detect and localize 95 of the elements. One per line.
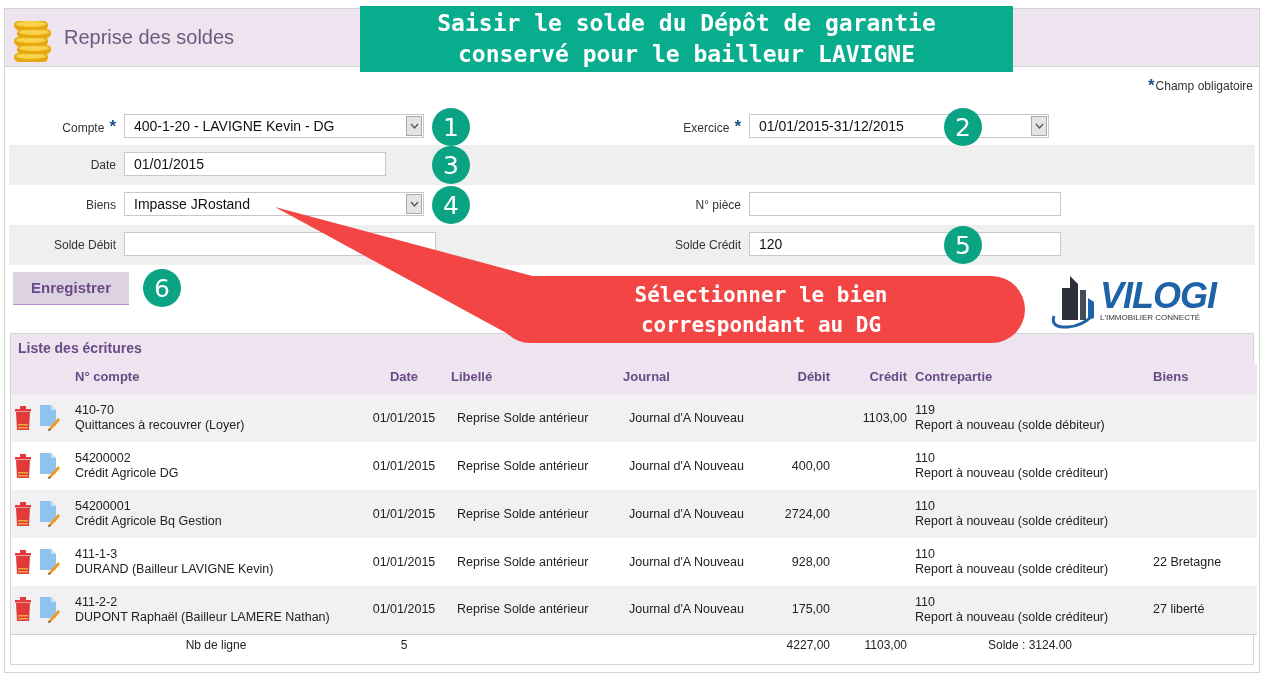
logo-name: VILOGI bbox=[1100, 279, 1216, 313]
table-cell: Reprise Solde antérieur bbox=[447, 394, 619, 442]
table-title: Liste des écritures bbox=[18, 340, 143, 356]
table-cell: 01/01/2015 bbox=[361, 586, 447, 634]
table-cell: Reprise Solde antérieur bbox=[447, 490, 619, 538]
table-cell: 01/01/2015 bbox=[361, 442, 447, 490]
balance-total: Solde : 3124.00 bbox=[987, 638, 1073, 653]
counterpart-number: 110 bbox=[915, 594, 936, 610]
counterpart-name: Report à nouveau (solde débiteur) bbox=[915, 418, 1106, 433]
table-cell: 928,00 bbox=[791, 554, 830, 569]
table-cell: 1103,00 bbox=[862, 410, 907, 425]
counterpart-number: 110 bbox=[915, 451, 936, 466]
field-label: Solde Débit bbox=[53, 238, 116, 252]
account-name: Crédit Agricole Bq Gestion bbox=[75, 514, 223, 529]
field-label: Compte bbox=[62, 120, 105, 135]
account-name: Quittances à recouvrer (Loyer) bbox=[75, 418, 246, 433]
edit-document-icon[interactable] bbox=[39, 404, 61, 432]
required-note: Champ obligatoire bbox=[1155, 79, 1253, 93]
table-cell: 01/01/2015 bbox=[361, 394, 447, 442]
account-name: Crédit Agricole DG bbox=[75, 466, 180, 481]
account-number: 54200002 bbox=[75, 451, 132, 466]
counterpart-number: 110 bbox=[915, 499, 936, 514]
credit-total: 1103,00 bbox=[864, 638, 907, 653]
delete-trash-icon[interactable] bbox=[13, 405, 33, 431]
table-cell: 175,00 bbox=[791, 602, 830, 617]
column-header: Débit bbox=[759, 364, 834, 394]
step-number: 2 bbox=[944, 108, 982, 146]
counterpart-name: Report à nouveau (solde créditeur) bbox=[915, 514, 1110, 529]
logo-tagline: L'IMMOBILIER CONNECTÉ bbox=[1100, 313, 1202, 322]
dropdown-field[interactable]: Impasse JRostand bbox=[124, 192, 424, 216]
delete-trash-icon[interactable] bbox=[13, 597, 33, 623]
field-label: Biens bbox=[85, 198, 116, 212]
table-cell: Journal d'A Nouveau bbox=[619, 586, 759, 634]
edit-document-icon[interactable] bbox=[39, 452, 61, 480]
account-number: 411-1-3 bbox=[75, 547, 119, 562]
table-cell: 2724,00 bbox=[784, 506, 830, 521]
table-cell: 27 liberté bbox=[1153, 602, 1205, 617]
caret-icon bbox=[409, 123, 419, 129]
column-header: N° compte bbox=[71, 364, 361, 394]
table-cell: Journal d'A Nouveau bbox=[619, 442, 759, 490]
account-name: DURAND (Bailleur LAVIGNE Kevin) bbox=[75, 562, 275, 577]
edit-document-icon[interactable] bbox=[39, 500, 61, 528]
step-number: 3 bbox=[432, 146, 470, 184]
required-asterisk: * bbox=[734, 116, 741, 136]
page-title: Reprise des soldes bbox=[64, 26, 235, 49]
counterpart-number: 119 bbox=[915, 403, 936, 418]
table-cell: 01/01/2015 bbox=[361, 538, 447, 586]
column-header: Biens bbox=[1149, 364, 1257, 394]
dropdown-field[interactable]: 400-1-20 - LAVIGNE Kevin - DG bbox=[124, 114, 424, 138]
counterpart-name: Report à nouveau (solde créditeur) bbox=[915, 562, 1110, 577]
edit-document-icon[interactable] bbox=[39, 595, 61, 624]
table-cell: Reprise Solde antérieur bbox=[447, 442, 619, 490]
save-button[interactable]: Enregistrer bbox=[13, 271, 129, 305]
step-number: 1 bbox=[432, 108, 470, 146]
column-header: Libellé bbox=[447, 364, 619, 394]
step-number: 4 bbox=[432, 186, 470, 224]
table-cell: 22 Bretagne bbox=[1153, 554, 1222, 569]
column-header: Date bbox=[361, 364, 447, 394]
account-number: 54200001 bbox=[75, 499, 132, 514]
required-asterisk: * bbox=[109, 116, 116, 136]
input-field[interactable] bbox=[749, 192, 1061, 216]
edit-document-icon[interactable] bbox=[39, 548, 61, 576]
table-cell: Journal d'A Nouveau bbox=[619, 490, 759, 538]
caret-icon bbox=[1034, 123, 1044, 129]
account-name: DUPONT Raphaël (Bailleur LAMERE Nathan) bbox=[75, 609, 331, 625]
table-cell: Reprise Solde antérieur bbox=[447, 538, 619, 586]
caret-icon bbox=[409, 201, 419, 207]
step-number: 5 bbox=[944, 226, 982, 264]
delete-trash-icon[interactable] bbox=[13, 453, 33, 479]
instruction-banner: Saisir le solde du Dépôt de garantie conservé pour le bailleur LAVIGNE bbox=[360, 6, 1013, 72]
row-count: 5 bbox=[400, 638, 408, 653]
account-number: 411-2-2 bbox=[75, 594, 119, 610]
row-count-label: Nb de ligne bbox=[185, 638, 247, 653]
field-label: Exercice bbox=[683, 120, 730, 135]
table-cell: Journal d'A Nouveau bbox=[619, 538, 759, 586]
table-cell: 01/01/2015 bbox=[361, 490, 447, 538]
table-cell: Journal d'A Nouveau bbox=[619, 394, 759, 442]
field-label: Date bbox=[90, 158, 116, 172]
counterpart-name: Report à nouveau (solde créditeur) bbox=[915, 466, 1110, 481]
delete-trash-icon[interactable] bbox=[13, 501, 33, 527]
field-label: Solde Crédit bbox=[674, 238, 741, 252]
column-header: Crédit bbox=[834, 364, 911, 394]
table-cell: 400,00 bbox=[791, 458, 830, 473]
delete-trash-icon[interactable] bbox=[13, 549, 33, 575]
table-cell: Reprise Solde antérieur bbox=[447, 586, 619, 634]
counterpart-number: 110 bbox=[915, 547, 936, 562]
field-label: N° pièce bbox=[695, 198, 741, 212]
column-header: Journal bbox=[619, 364, 759, 394]
step-number: 6 bbox=[143, 269, 181, 307]
input-field[interactable]: 01/01/2015 bbox=[124, 152, 386, 176]
debit-total: 4227,00 bbox=[786, 638, 830, 653]
account-number: 410-70 bbox=[75, 403, 115, 418]
column-header: Contrepartie bbox=[911, 364, 1149, 394]
required-asterisk: * bbox=[1148, 79, 1155, 93]
counterpart-name: Report à nouveau (solde créditeur) bbox=[915, 609, 1110, 625]
